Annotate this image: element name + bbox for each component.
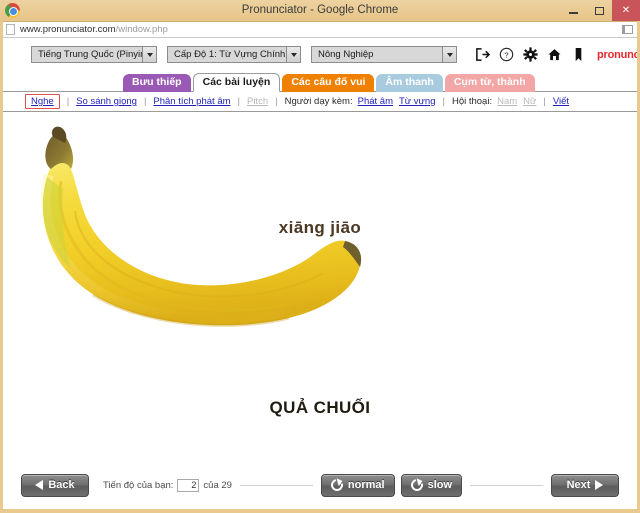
url-domain: www.pronunciator.com (20, 24, 116, 35)
help-icon[interactable]: ? (499, 47, 514, 62)
title-bar: Pronunciator - Google Chrome ✕ (0, 0, 640, 21)
progress-indicator: Tiến độ của bạn: của 29 (103, 478, 232, 492)
subnav-tutor-vocabulary[interactable]: Từ vựng (399, 96, 435, 107)
browser-window: Pronunciator - Google Chrome ✕ www.pronu… (0, 0, 640, 513)
tab-label: Các bài luyện (202, 76, 271, 88)
chevron-down-icon[interactable] (442, 47, 456, 62)
flashcard: xiāng jiāo QUẢ CHUỐI (3, 113, 637, 461)
progress-total-label: của 29 (203, 479, 232, 491)
play-slow-label: slow (427, 479, 453, 491)
tutor-label: Người dạy kèm: (284, 96, 353, 107)
subnav-pitch: Pitch (246, 96, 269, 107)
language-select[interactable]: Tiếng Trung Quốc (Pinyin) (31, 46, 157, 63)
divider: | (143, 96, 147, 107)
level-select[interactable]: Cấp Độ 1: Từ Vựng Chính (167, 46, 301, 63)
play-normal-label: normal (347, 479, 385, 491)
chevron-down-icon[interactable] (142, 47, 156, 62)
tab-1[interactable]: Các bài luyện (192, 73, 281, 92)
back-button[interactable]: Back (21, 473, 89, 497)
tab-2[interactable]: Các câu đố vui (282, 74, 375, 92)
playback-speed-group: normal slow (320, 473, 463, 497)
replay-icon (408, 476, 425, 494)
app-toolbar: Tiếng Trung Quốc (Pinyin) Cấp Độ 1: Từ V… (3, 38, 637, 72)
divider: | (237, 96, 240, 107)
tab-label: Cụm từ, thành (453, 76, 526, 88)
divider: | (442, 96, 445, 107)
home-icon[interactable] (547, 47, 562, 62)
divider: | (275, 96, 278, 107)
subnav-pronunciation-analysis[interactable]: Phân tích phát âm (153, 96, 230, 107)
page-icon (6, 24, 15, 35)
subnav-listen-link[interactable]: Nghe (31, 96, 54, 107)
window-controls: ✕ (560, 0, 640, 21)
url-text: www.pronunciator.com/window.php (20, 24, 168, 35)
divider (470, 484, 543, 486)
arrow-right-icon (595, 480, 604, 490)
subnav-write[interactable]: Viết (553, 96, 569, 107)
translation-text: QUẢ CHUỐI (269, 398, 371, 417)
tab-3[interactable]: Âm thanh (376, 74, 443, 92)
subnav-dialog-female: Nữ (523, 96, 537, 107)
progress-label: Tiến độ của bạn: (103, 479, 174, 491)
back-button-label: Back (48, 479, 75, 491)
tab-label: Các câu đố vui (291, 76, 366, 88)
tab-4[interactable]: Cụm từ, thành (444, 74, 535, 92)
brand-label: pronunciator: (597, 49, 637, 61)
maximize-button[interactable] (586, 0, 612, 21)
tab-0[interactable]: Bưu thiếp (123, 74, 191, 92)
page-viewport: Tiếng Trung Quốc (Pinyin) Cấp Độ 1: Từ V… (3, 38, 637, 509)
banana-photo (41, 126, 362, 327)
replay-icon (328, 476, 346, 494)
exit-icon[interactable] (475, 47, 490, 62)
tab-bar: Bưu thiếp Các bài luyện Các câu đố vui Âm t… (3, 72, 637, 92)
category-select-label: Nông Nghiệp (318, 49, 374, 60)
divider: | (66, 96, 70, 107)
language-select-label: Tiếng Trung Quốc (Pinyin) (38, 49, 149, 60)
dialog-label: Hội thoại: (451, 96, 493, 107)
play-normal-button[interactable]: normal (320, 473, 395, 497)
close-button[interactable]: ✕ (612, 0, 640, 21)
subnav-tutor-pronunciation[interactable]: Phát âm (358, 96, 393, 107)
brand-logo: pronunciator:❯ (597, 48, 637, 61)
next-button[interactable]: Next (551, 473, 619, 497)
minimize-button[interactable] (560, 0, 586, 21)
url-path: /window.php (115, 24, 168, 35)
svg-text:?: ? (504, 51, 508, 60)
tab-label: Âm thanh (385, 76, 434, 88)
subnav-listen[interactable]: Nghe (25, 94, 60, 109)
level-select-label: Cấp Độ 1: Từ Vựng Chính (174, 49, 286, 60)
progress-input[interactable] (177, 478, 200, 492)
chevron-down-icon[interactable] (286, 47, 300, 62)
window-title: Pronunciator - Google Chrome (241, 4, 399, 16)
divider (239, 484, 313, 486)
play-slow-button[interactable]: slow (400, 473, 463, 497)
gear-icon[interactable] (523, 47, 538, 62)
next-button-label: Next (566, 479, 591, 491)
bookmark-bar-toggle-icon[interactable] (622, 25, 633, 34)
tab-label: Bưu thiếp (132, 76, 182, 88)
subnav-dialog-male: Nam (497, 96, 518, 107)
bookmark-icon[interactable] (571, 47, 586, 62)
subnav-compare-voice[interactable]: So sánh giọng (76, 96, 137, 107)
arrow-left-icon (35, 480, 44, 490)
chrome-logo-icon (5, 3, 20, 18)
address-bar[interactable]: www.pronunciator.com/window.php (3, 21, 637, 38)
toolbar-icon-group: ? pronunciator:❯ (475, 47, 637, 62)
sub-navigation: Nghe | So sánh giọng | Phân tích phát âm… (3, 92, 637, 112)
divider: | (543, 96, 546, 107)
bottom-toolbar: Back Tiến độ của bạn: của 29 normal slow (3, 461, 637, 509)
category-select[interactable]: Nông Nghiệp (311, 46, 457, 63)
